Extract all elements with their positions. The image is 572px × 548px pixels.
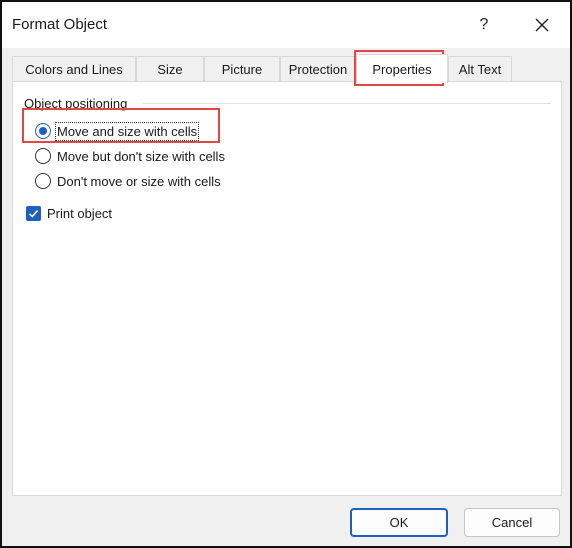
dialog-title: Format Object (12, 16, 108, 33)
tab-properties[interactable]: Properties (356, 54, 448, 83)
radio-label-dont-move-or-size: Don't move or size with cells (57, 173, 221, 189)
ok-button[interactable]: OK (350, 508, 448, 537)
radio-move-dont-size[interactable]: Move but don't size with cells (35, 146, 225, 166)
properties-panel: Object positioning Move and size with ce… (12, 81, 562, 496)
radio-button[interactable] (35, 148, 51, 164)
format-object-dialog: Format Object ? Colors and Lines Size Pi… (0, 0, 572, 548)
group-divider (143, 103, 551, 104)
radio-label-move-dont-size: Move but don't size with cells (57, 148, 225, 164)
tab-protection[interactable]: Protection (280, 56, 356, 82)
tab-alt-text[interactable]: Alt Text (448, 56, 512, 82)
print-object-label: Print object (47, 205, 113, 221)
checkmark-icon (28, 209, 39, 218)
print-object-row[interactable]: Print object (26, 203, 112, 223)
close-button[interactable] (522, 8, 562, 42)
help-button[interactable]: ? (464, 8, 504, 42)
tab-size[interactable]: Size (136, 56, 204, 82)
print-object-checkbox[interactable] (26, 205, 41, 221)
close-icon (535, 18, 549, 32)
annotation-highlight-move-and-size (22, 108, 220, 143)
radio-button[interactable] (35, 173, 51, 189)
radio-dont-move-or-size[interactable]: Don't move or size with cells (35, 171, 221, 191)
tab-picture[interactable]: Picture (204, 56, 280, 82)
tab-colors-and-lines[interactable]: Colors and Lines (12, 56, 136, 82)
title-bar: Format Object ? (2, 2, 570, 48)
cancel-button[interactable]: Cancel (464, 508, 560, 537)
